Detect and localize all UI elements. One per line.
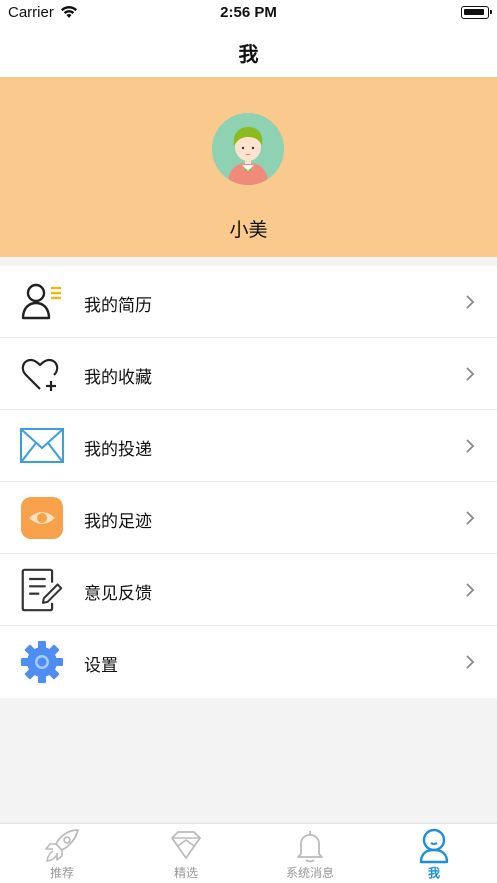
menu-item-label: 意见反馈 [84, 584, 152, 604]
favorite-heart-icon [21, 358, 59, 391]
envelope-icon [20, 428, 64, 463]
tab-label: 推荐 [49, 866, 74, 880]
menu-item-label: 我的足迹 [84, 512, 152, 532]
menu-item-resume[interactable]: 我的简历 [0, 266, 497, 338]
status-time: 2:56 PM [220, 4, 277, 21]
avatar[interactable] [212, 113, 284, 185]
tab-featured[interactable]: 精选 [124, 824, 248, 883]
tab-label: 精选 [173, 866, 198, 880]
tab-label: 我 [427, 866, 440, 880]
menu-item-feedback[interactable]: 意见反馈 [0, 554, 497, 626]
page-title: 我 [238, 42, 259, 66]
menu-item-label: 设置 [84, 656, 118, 676]
menu-item-label: 我的投递 [84, 440, 152, 460]
menu-item-favorites[interactable]: 我的收藏 [0, 338, 497, 410]
menu-item-label: 我的收藏 [84, 368, 152, 388]
diamond-icon [171, 831, 201, 859]
bell-icon [297, 831, 323, 863]
chevron-right-icon [466, 295, 475, 309]
chevron-right-icon [466, 511, 475, 525]
chevron-right-icon [466, 439, 475, 453]
menu-item-applications[interactable]: 我的投递 [0, 410, 497, 482]
tab-label: 系统消息 [285, 866, 334, 880]
chevron-right-icon [466, 655, 475, 669]
chevron-right-icon [466, 367, 475, 381]
battery-icon [461, 6, 492, 19]
status-bar: Carrier 2:56 PM [0, 0, 497, 26]
resume-icon [21, 283, 61, 320]
profile-header: 小美 [0, 77, 497, 257]
tab-system-messages[interactable]: 系统消息 [248, 824, 372, 883]
feedback-document-icon [21, 568, 63, 612]
menu-item-label: 我的简历 [84, 296, 152, 316]
user-icon [419, 828, 449, 864]
menu-item-settings[interactable]: 设置 [0, 626, 497, 698]
tab-me[interactable]: 我 [372, 824, 496, 883]
chevron-right-icon [466, 583, 475, 597]
profile-name: 小美 [229, 219, 268, 241]
navigation-bar: 我 [0, 26, 497, 77]
eye-icon [21, 497, 63, 539]
avatar-girl-icon [212, 113, 284, 185]
tab-recommend[interactable]: 推荐 [0, 824, 124, 883]
menu-list: 我的简历 我的收藏 我的投递 我的足迹 意见反馈 设置 [0, 266, 497, 698]
gear-icon [21, 641, 63, 683]
rocket-icon [45, 829, 79, 862]
tab-bar: 推荐 精选 系统消息 我 [0, 823, 497, 883]
menu-item-history[interactable]: 我的足迹 [0, 482, 497, 554]
